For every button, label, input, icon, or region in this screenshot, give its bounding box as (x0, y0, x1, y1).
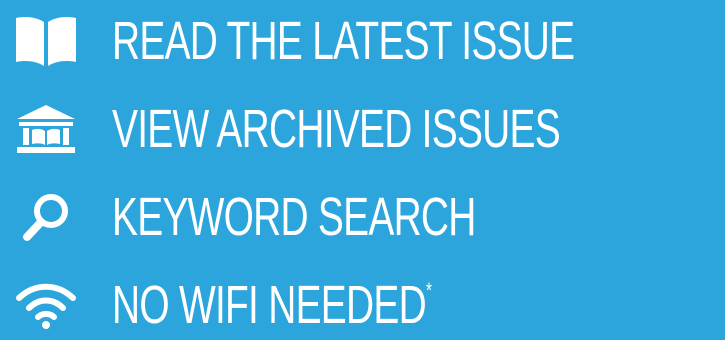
feature-label: VIEW ARCHIVED ISSUES (112, 99, 561, 159)
open-book-icon (10, 6, 82, 76)
feature-label: NO WIFI NEEDED* (112, 270, 432, 340)
features-panel: READ THE LATEST ISSUE VIEW ARCHIVED ISSU… (0, 0, 725, 339)
magnifying-glass-icon (10, 182, 82, 252)
feature-view-archived[interactable]: VIEW ARCHIVED ISSUES (0, 94, 725, 164)
feature-no-wifi[interactable]: NO WIFI NEEDED* (0, 270, 725, 340)
wifi-icon (10, 270, 82, 340)
library-building-icon (10, 94, 82, 164)
feature-label: KEYWORD SEARCH (112, 187, 476, 247)
feature-read-latest[interactable]: READ THE LATEST ISSUE (0, 6, 725, 76)
feature-label: READ THE LATEST ISSUE (112, 11, 575, 71)
feature-keyword-search[interactable]: KEYWORD SEARCH (0, 182, 725, 252)
feature-label-text: NO WIFI NEEDED (112, 275, 427, 335)
footnote-mark: * (425, 278, 432, 303)
